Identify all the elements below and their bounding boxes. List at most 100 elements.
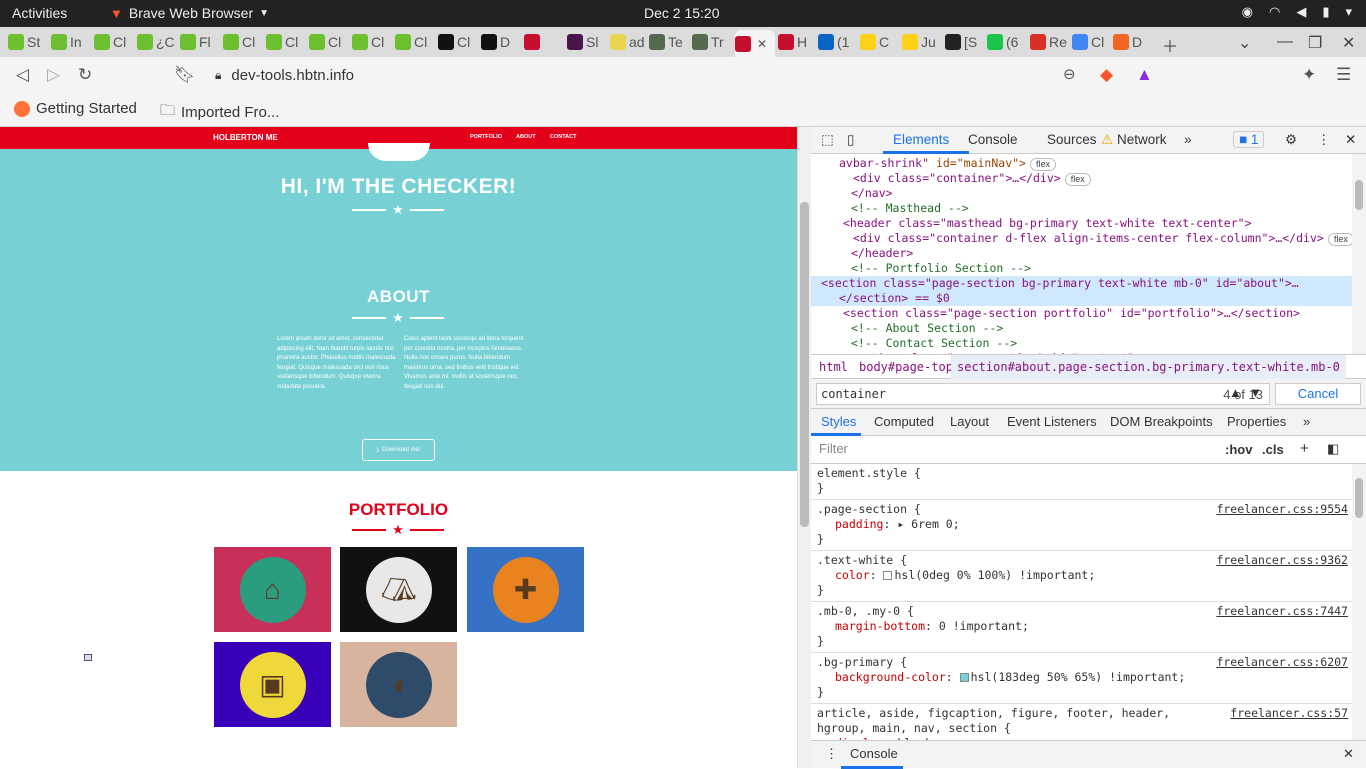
tab-search-icon[interactable]: ⌄ [1238, 33, 1251, 53]
menu-icon[interactable]: ☰ [1336, 65, 1351, 85]
address-bar[interactable]: 🔒︎ dev-tools.hbtn.info [205, 60, 1090, 90]
crumb-html[interactable]: html [819, 355, 848, 379]
browser-tab[interactable] [524, 30, 564, 54]
extensions-icon[interactable]: ✦ [1302, 65, 1316, 85]
css-rule[interactable]: article, aside, figcaption, figure, foot… [811, 704, 1352, 740]
inspect-icon[interactable]: ⬚ [821, 132, 834, 148]
cls-toggle[interactable]: .cls [1262, 442, 1284, 457]
crumb-body[interactable]: body#page-top [859, 355, 953, 379]
browser-tab[interactable]: St [8, 30, 48, 54]
back-icon[interactable]: ◁ [16, 65, 29, 85]
tab-console[interactable]: Console [968, 132, 1018, 147]
css-source-link[interactable]: freelancer.css:9362 [1216, 553, 1348, 567]
styles-filter-input[interactable]: Filter [815, 439, 1215, 460]
dom-node[interactable]: </header> [851, 246, 913, 261]
styles-tab[interactable]: Styles [821, 414, 856, 429]
browser-tab[interactable]: (1 [818, 30, 858, 54]
browser-tab[interactable]: In [51, 30, 91, 54]
styles-tab[interactable]: Properties [1227, 414, 1286, 429]
activities-button[interactable]: Activities [12, 5, 67, 21]
dom-node[interactable]: <!-- Portfolio Section --> [851, 261, 1031, 276]
bookmark-icon[interactable]: 🔖︎ [174, 65, 196, 85]
styles-scrollbar[interactable] [1352, 464, 1366, 740]
hov-toggle[interactable]: :hov [1225, 442, 1252, 457]
dom-node[interactable]: <!-- Contact Section --> [851, 336, 1017, 351]
clock[interactable]: Dec 2 15:20 [644, 5, 720, 21]
search-cancel-button[interactable]: Cancel [1275, 383, 1361, 405]
portfolio-item[interactable]: ⛺︎ [340, 547, 457, 632]
nav-contact[interactable]: CONTACT [550, 134, 576, 140]
dom-node[interactable]: <header class="masthead bg-primary text-… [843, 216, 1252, 231]
app-menu[interactable]: ▼ Brave Web Browser ▼ [110, 5, 269, 21]
bookmark-getting-started[interactable]: Getting Started [14, 100, 137, 117]
tab-sources[interactable]: Sources [1047, 132, 1097, 147]
dom-node[interactable]: <div class="container d-flex align-items… [853, 231, 1352, 246]
forward-icon[interactable]: ▷ [47, 65, 60, 85]
dom-node[interactable]: <!-- Masthead --> [851, 201, 969, 216]
close-devtools-icon[interactable]: ✕ [1345, 132, 1356, 148]
reload-icon[interactable]: ↻ [78, 65, 92, 85]
bookmark-imported-folder[interactable]: 🗀 Imported Fro... [160, 100, 279, 125]
close-drawer-icon[interactable]: ✕ [1343, 746, 1354, 762]
styles-tab[interactable]: Event Listeners [1007, 414, 1097, 429]
settings-icon[interactable]: ⚙ [1285, 132, 1297, 148]
portfolio-item[interactable]: ▣ [214, 642, 331, 727]
dom-tree[interactable]: avbar-shrink" id="mainNav"> flex <div clas… [811, 154, 1352, 354]
new-tab-icon[interactable]: ＋ [1162, 33, 1178, 57]
browser-tab[interactable]: D [1113, 30, 1153, 54]
dom-scrollbar[interactable] [1352, 154, 1366, 354]
color-swatch-icon[interactable] [883, 571, 893, 580]
zoom-icon[interactable]: ⊖ [1063, 65, 1076, 83]
css-rule[interactable]: .text-white {freelancer.css:9362 color: h… [811, 551, 1352, 602]
dom-node[interactable]: <section class="page-section portfolio" … [843, 306, 1300, 321]
flex-badge[interactable]: flex [1029, 158, 1056, 171]
browser-tab[interactable]: Cl [309, 30, 349, 54]
css-rule[interactable]: .mb-0, .my-0 {freelancer.css:7447 margin-… [811, 602, 1352, 653]
css-declaration[interactable]: padding: ▸ 6rem 0; [835, 517, 960, 532]
color-swatch-icon[interactable] [959, 673, 969, 682]
browser-tab[interactable]: Cl [223, 30, 263, 54]
browser-tab[interactable]: ¿C [137, 30, 177, 54]
new-rule-icon[interactable]: + [1300, 440, 1309, 457]
browser-tab[interactable]: Sl [567, 30, 607, 54]
issues-badge[interactable]: ■ 1 [1233, 131, 1265, 148]
dom-node[interactable]: avbar-shrink" id="mainNav"> flex [839, 156, 1056, 171]
device-toggle-icon[interactable]: ▯ [847, 132, 854, 148]
css-rule[interactable]: .page-section {freelancer.css:9554 paddin… [811, 500, 1352, 551]
browser-tab[interactable]: ad [610, 30, 650, 54]
browser-tab[interactable]: C [860, 30, 900, 54]
brave-rewards-icon[interactable]: ▲ [1136, 65, 1153, 85]
tab-network[interactable]: Network [1117, 132, 1167, 147]
browser-tab[interactable]: Cl [266, 30, 306, 54]
restore-icon[interactable]: ❐ [1308, 33, 1322, 53]
search-next-icon[interactable]: ▼ [1249, 385, 1262, 400]
crumb-section[interactable]: section#about.page-section.bg-primary.te… [951, 355, 1346, 379]
close-window-icon[interactable]: ✕ [1342, 33, 1355, 53]
css-declaration[interactable]: color: hsl(0deg 0% 100%) !important; [835, 568, 1095, 583]
css-rule[interactable]: element.style {} [811, 464, 1352, 500]
css-source-link[interactable]: freelancer.css:7447 [1216, 604, 1348, 618]
css-source-link[interactable]: freelancer.css:6207 [1216, 655, 1348, 669]
css-source-link[interactable]: freelancer.css:57 [1230, 706, 1348, 720]
browser-tab[interactable]: Cl [395, 30, 435, 54]
browser-tab[interactable]: Cl [1072, 30, 1112, 54]
more-tabs-icon[interactable]: » [1184, 132, 1192, 147]
styles-tab[interactable]: Computed [874, 414, 934, 429]
browser-tab[interactable]: Cl [438, 30, 478, 54]
nav-portfolio[interactable]: PORTFOLIO [470, 134, 502, 140]
browser-tab[interactable]: Cl [352, 30, 392, 54]
browser-tab[interactable]: ✕ [735, 30, 775, 57]
flex-badge[interactable]: flex [1064, 173, 1091, 186]
browser-tab[interactable]: Fl [180, 30, 220, 54]
download-button[interactable]: ⤓ Download me! [362, 439, 435, 461]
browser-tab[interactable]: H [778, 30, 818, 54]
portfolio-item[interactable]: ✚ [467, 547, 584, 632]
browser-tab[interactable]: Cl [94, 30, 134, 54]
browser-tab[interactable]: [S [945, 30, 985, 54]
drawer-tab-console[interactable]: Console [850, 746, 898, 761]
css-declaration[interactable]: margin-bottom: 0 !important; [835, 619, 1029, 634]
flex-badge[interactable]: flex [1327, 233, 1352, 246]
dom-node[interactable]: </section> == $0 [811, 291, 1352, 306]
close-tab-icon[interactable]: ✕ [757, 37, 767, 51]
browser-tab[interactable]: Re [1030, 30, 1070, 54]
